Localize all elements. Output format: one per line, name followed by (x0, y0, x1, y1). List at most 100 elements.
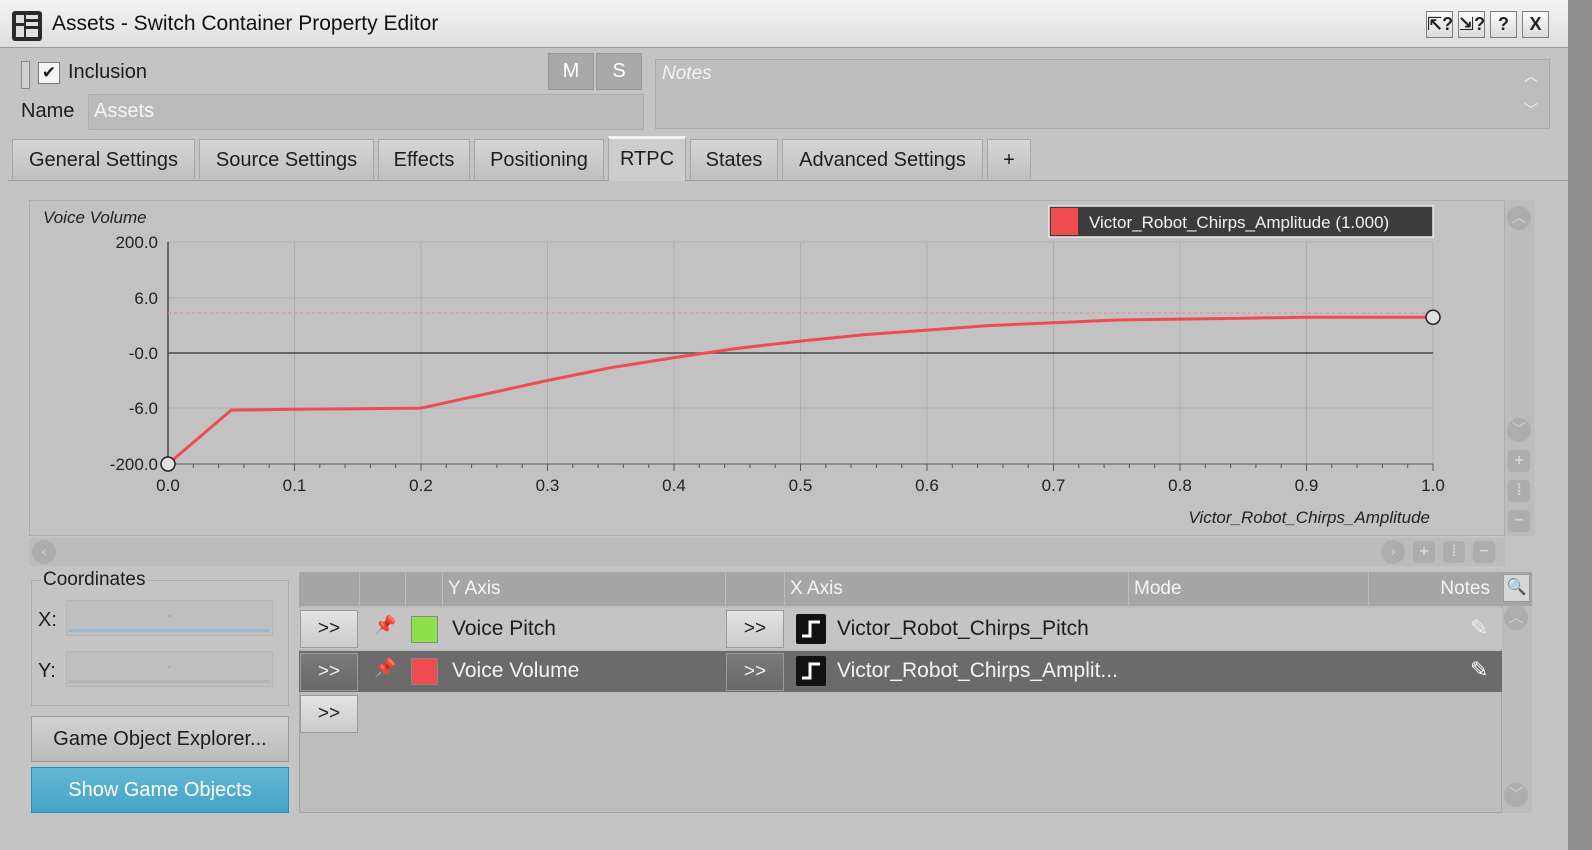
row-y-axis: Voice Volume (452, 659, 580, 682)
x-tick-label: 0.3 (536, 476, 560, 495)
row-color-swatch[interactable] (411, 616, 438, 643)
notes-placeholder: Notes (662, 63, 712, 84)
name-field[interactable]: Assets (88, 94, 644, 130)
curve-point-end[interactable] (1425, 309, 1441, 325)
tab-positioning[interactable]: Positioning (474, 139, 604, 179)
right-edge (1568, 0, 1592, 850)
edit-icon[interactable]: ✎ (1470, 657, 1488, 683)
app-icon (12, 11, 42, 41)
column-mode[interactable]: Mode (1128, 572, 1368, 606)
edit-icon[interactable]: ✎ (1470, 615, 1488, 641)
scroll-up-icon[interactable]: ︿ (1524, 66, 1538, 86)
y-tick-label: 200.0 (115, 233, 158, 252)
search-icon[interactable]: 🔍 (1503, 574, 1530, 602)
pin-icon[interactable]: 📌 (374, 615, 396, 636)
game-parameter-icon (796, 656, 826, 686)
header-spacer (725, 572, 784, 606)
x-tick-label: 0.9 (1295, 476, 1319, 495)
expand-y-button[interactable]: >> (300, 610, 358, 648)
undock-help-icon[interactable]: ⇲? (1458, 11, 1485, 38)
coord-x-label: X: (38, 609, 57, 631)
legend-swatch (1051, 208, 1078, 235)
scroll-right-icon[interactable]: › (1381, 540, 1405, 564)
header-spacer (359, 572, 405, 606)
coord-y-slider[interactable] (69, 680, 269, 683)
name-label: Name (21, 100, 75, 122)
coord-x-field[interactable]: - (66, 600, 273, 636)
expand-x-button[interactable]: >> (726, 653, 784, 691)
x-tick-label: 1.0 (1421, 476, 1445, 495)
zoom-in-icon[interactable]: + (1508, 450, 1530, 472)
y-tick-label: -200.0 (110, 455, 158, 474)
h-zoom-out-icon[interactable]: − (1473, 541, 1495, 563)
rtpc-graph[interactable]: 0.0 0.1 0.2 0.3 0.4 0.5 0.6 0.7 0.8 0.9 1.0 200.0 6… (29, 200, 1505, 536)
dock-help-icon[interactable]: ⇱? (1426, 11, 1453, 38)
close-icon[interactable]: X (1522, 11, 1549, 38)
drag-grip[interactable] (21, 61, 30, 89)
x-tick-label: 0.5 (789, 476, 813, 495)
inclusion-checkbox[interactable]: ✔ (38, 62, 60, 84)
h-zoom-in-icon[interactable]: + (1413, 541, 1435, 563)
tab-general-settings[interactable]: General Settings (12, 139, 195, 179)
scroll-left-icon[interactable]: ‹ (32, 540, 56, 564)
title-bar: Assets - Switch Container Property Edito… (0, 0, 1568, 48)
help-icon[interactable]: ? (1490, 11, 1517, 38)
scroll-down-icon[interactable]: ﹀ (1524, 100, 1538, 120)
row-x-axis: Victor_Robot_Chirps_Pitch (837, 617, 1089, 640)
coord-y-label: Y: (38, 660, 56, 682)
notes-field[interactable] (655, 59, 1550, 129)
x-tick-label: 0.8 (1168, 476, 1192, 495)
y-tick-label: -0.0 (129, 344, 158, 363)
tab-source-settings[interactable]: Source Settings (199, 139, 374, 179)
coord-y-field[interactable]: - (66, 651, 273, 687)
inclusion-label: Inclusion (68, 61, 147, 83)
scroll-up-icon[interactable]: ︿ (1504, 606, 1528, 630)
coord-y-value: - (167, 659, 171, 673)
pin-icon[interactable]: 📌 (374, 658, 396, 679)
expand-x-button[interactable]: >> (726, 610, 784, 648)
graph-horizontal-scrollbar[interactable]: ‹ › + ⁞ − (29, 538, 1505, 566)
scroll-down-icon[interactable]: ﹀ (1507, 418, 1531, 442)
x-tick-label: 0.0 (156, 476, 180, 495)
mute-button[interactable]: M (548, 53, 594, 90)
x-tick-label: 0.2 (409, 476, 433, 495)
game-object-explorer-button[interactable]: Game Object Explorer... (31, 716, 289, 762)
solo-button[interactable]: S (596, 53, 642, 90)
graph-vertical-scrollbar[interactable]: ︿ ﹀ + ⁞ − (1505, 200, 1535, 536)
coordinates-group (31, 580, 289, 706)
zoom-fit-icon[interactable]: ⁞ (1508, 480, 1530, 502)
add-rtpc-button[interactable]: >> (300, 695, 358, 733)
curve-point-start[interactable] (160, 456, 176, 472)
legend-label: Victor_Robot_Chirps_Amplitude (1.000) (1089, 213, 1389, 232)
scroll-up-icon[interactable]: ︿ (1507, 206, 1531, 230)
tab-states[interactable]: States (690, 139, 778, 179)
x-tick-label: 0.4 (662, 476, 686, 495)
zoom-out-icon[interactable]: − (1508, 510, 1530, 532)
coord-x-slider[interactable] (69, 629, 269, 632)
y-tick-label: -6.0 (129, 399, 158, 418)
y-tick-label: 6.0 (134, 289, 158, 308)
x-tick-label: 0.1 (283, 476, 307, 495)
x-tick-label: 0.7 (1042, 476, 1066, 495)
coordinates-title: Coordinates (41, 569, 148, 591)
tab-effects[interactable]: Effects (378, 139, 470, 179)
column-y-axis[interactable]: Y Axis (442, 572, 725, 606)
x-axis-label: Victor_Robot_Chirps_Amplitude (1188, 508, 1430, 527)
coord-x-value: - (167, 608, 171, 622)
x-tick-label: 0.6 (915, 476, 939, 495)
window-title: Assets - Switch Container Property Edito… (52, 12, 439, 35)
tab-add[interactable]: + (987, 139, 1031, 179)
tab-advanced-settings[interactable]: Advanced Settings (782, 139, 983, 179)
scroll-down-icon[interactable]: ﹀ (1504, 783, 1528, 807)
header-spacer (405, 572, 442, 606)
table-vertical-scrollbar[interactable]: ︿ ﹀ (1502, 606, 1532, 813)
column-x-axis[interactable]: X Axis (784, 572, 1128, 606)
show-game-objects-button[interactable]: Show Game Objects (31, 767, 289, 813)
expand-y-button[interactable]: >> (300, 653, 358, 691)
row-y-axis: Voice Pitch (452, 617, 556, 640)
h-zoom-fit-icon[interactable]: ⁞ (1443, 541, 1465, 563)
tab-rtpc[interactable]: RTPC (608, 136, 686, 181)
row-color-swatch[interactable] (411, 658, 438, 685)
row-x-axis: Victor_Robot_Chirps_Amplit... (837, 659, 1118, 682)
column-notes[interactable]: Notes (1368, 572, 1498, 606)
